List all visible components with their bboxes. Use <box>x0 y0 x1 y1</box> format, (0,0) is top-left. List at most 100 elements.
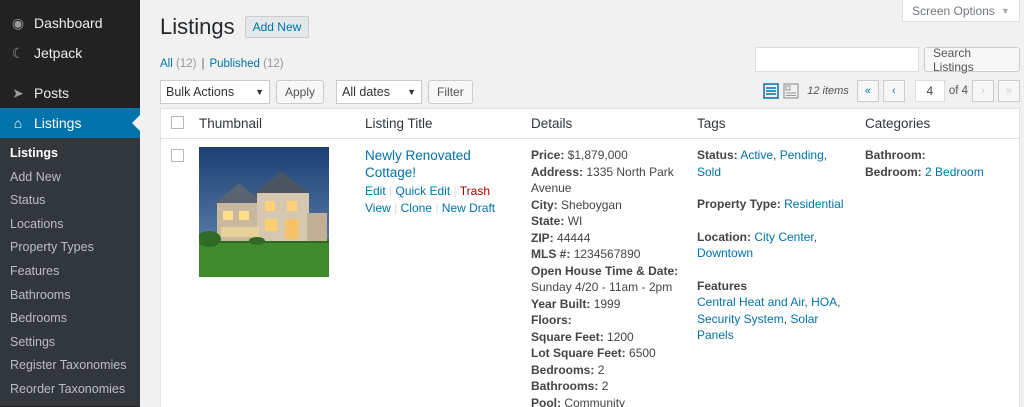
caret-down-icon: ▼ <box>255 87 264 97</box>
submenu-features[interactable]: Features <box>0 260 140 284</box>
screen-options-button[interactable]: Screen Options ▼ <box>902 0 1020 22</box>
tags-features: Features Central Heat and Air, HOA, Secu… <box>697 278 841 343</box>
tag-central-heat-link[interactable]: Central Heat and Air <box>697 295 804 309</box>
table-row: Newly Renovated Cottage! Edit | Quick Ed… <box>161 139 1019 407</box>
jetpack-icon: ☾ <box>11 44 25 61</box>
dashboard-icon: ◉ <box>11 14 25 31</box>
tag-residential-link[interactable]: Residential <box>784 197 843 211</box>
excerpt-view-icon[interactable] <box>783 83 799 99</box>
dates-value: All dates <box>342 85 390 99</box>
view-all-count: (12) <box>175 58 197 70</box>
detail-mls: MLS #: 1234567890 <box>531 247 641 261</box>
tag-downtown-link[interactable]: Downtown <box>697 246 753 260</box>
detail-bedrooms: Bedrooms: 2 <box>531 362 605 377</box>
detail-address: Address: 1335 North Park Avenue <box>531 164 674 196</box>
detail-floors: Floors: <box>531 313 572 327</box>
view-all-link[interactable]: All <box>160 58 173 70</box>
action-separator: | <box>453 184 457 198</box>
new-draft-link[interactable]: New Draft <box>442 201 495 215</box>
tag-hoa-link[interactable]: HOA <box>811 295 837 309</box>
detail-pool: Pool: Community <box>531 395 626 407</box>
clone-link[interactable]: Clone <box>401 201 432 215</box>
dates-select[interactable]: All dates ▼ <box>336 80 423 104</box>
detail-year-built: Year Built: 1999 <box>531 296 621 311</box>
action-separator: | <box>394 201 398 215</box>
add-new-button[interactable]: Add New <box>244 16 310 38</box>
page-title: Listings <box>160 14 235 39</box>
tags-location: Location: City Center, Downtown <box>697 229 818 261</box>
bulk-actions-select[interactable]: Bulk Actions ▼ <box>160 80 270 104</box>
submenu-reorder-taxonomies[interactable]: Reorder Taxonomies <box>0 378 140 402</box>
edit-link[interactable]: Edit <box>365 184 386 198</box>
tag-sold-link[interactable]: Sold <box>697 165 721 179</box>
tag-city-center-link[interactable]: City Center <box>754 230 813 244</box>
detail-price: Price: $1,879,000 <box>531 148 628 162</box>
admin-sidebar: ◉ Dashboard ☾ Jetpack ➤ Posts ⌂ Listings… <box>0 0 140 407</box>
apply-button[interactable]: Apply <box>276 80 325 104</box>
column-thumbnail: Thumbnail <box>199 116 263 131</box>
table-header: Thumbnail Listing Title Details Tags Cat… <box>161 109 1019 139</box>
listings-submenu: Listings Add New Status Locations Proper… <box>0 138 140 406</box>
action-separator: | <box>435 201 439 215</box>
detail-square-feet: Square Feet: 1200 <box>531 329 634 344</box>
column-listing-title[interactable]: Listing Title <box>365 116 531 131</box>
submenu-property-types[interactable]: Property Types <box>0 236 140 260</box>
submenu-register-taxonomies[interactable]: Register Taxonomies <box>0 354 140 378</box>
submenu-settings[interactable]: Settings <box>0 331 140 355</box>
row-checkbox[interactable] <box>171 149 184 162</box>
home-icon: ⌂ <box>13 115 23 131</box>
listing-thumbnail[interactable] <box>199 147 329 277</box>
main-content: Screen Options ▼ Listings Add New All (1… <box>140 0 1024 407</box>
caret-down-icon: ▼ <box>1000 5 1010 16</box>
menu-dashboard-label: Dashboard <box>34 15 103 31</box>
view-link[interactable]: View <box>365 201 391 215</box>
tags-property-type: Property Type: Residential <box>697 197 844 211</box>
tags-cell: Status: Active, Pending, Sold Property T… <box>697 147 865 407</box>
category-bathroom: Bathroom: <box>865 148 926 162</box>
trash-link[interactable]: Trash <box>460 184 490 198</box>
menu-listings[interactable]: ⌂ Listings <box>0 108 140 138</box>
menu-jetpack-label: Jetpack <box>34 45 83 61</box>
screen-options-label: Screen Options <box>912 3 995 18</box>
tag-pending-link[interactable]: Pending <box>780 148 824 162</box>
view-separator: | <box>201 58 205 70</box>
quick-edit-link[interactable]: Quick Edit <box>396 184 451 198</box>
filter-button[interactable]: Filter <box>428 80 473 104</box>
submenu-listings[interactable]: Listings <box>0 142 140 166</box>
submenu-status[interactable]: Status <box>0 189 140 213</box>
submenu-bedrooms[interactable]: Bedrooms <box>0 307 140 331</box>
menu-jetpack[interactable]: ☾ Jetpack <box>0 38 140 68</box>
items-count: 12 items <box>807 85 849 97</box>
submenu-bathrooms[interactable]: Bathrooms <box>0 284 140 308</box>
menu-listings-label: Listings <box>34 115 82 131</box>
current-page-input[interactable]: 4 <box>914 80 945 102</box>
menu-posts[interactable]: ➤ Posts <box>0 78 140 108</box>
detail-bathrooms: Bathrooms: 2 <box>531 379 609 393</box>
select-all-checkbox[interactable] <box>171 115 184 129</box>
listing-title-link[interactable]: Newly Renovated Cottage! <box>365 147 485 181</box>
list-view-icon[interactable] <box>763 83 779 99</box>
detail-open-house: Open House Time & Date: Sunday 4/20 - 11… <box>531 263 679 295</box>
tag-security-system-link[interactable]: Security System <box>697 312 784 326</box>
category-2-bedroom-link[interactable]: 2 Bedroom <box>925 165 984 179</box>
listing-title-line2: Cottage! <box>365 165 417 180</box>
action-separator: | <box>389 184 393 198</box>
listings-table: Thumbnail Listing Title Details Tags Cat… <box>160 108 1020 407</box>
submenu-add-new[interactable]: Add New <box>0 166 140 190</box>
detail-state: State: WI <box>531 214 583 228</box>
next-page-button[interactable]: › <box>972 80 994 102</box>
first-page-button[interactable]: « <box>856 80 879 102</box>
view-published-link[interactable]: Published <box>209 58 260 70</box>
menu-dashboard[interactable]: ◉ Dashboard <box>0 8 140 38</box>
search-input[interactable] <box>755 47 919 72</box>
tag-active-link[interactable]: Active <box>740 148 773 162</box>
menu-posts-label: Posts <box>34 85 70 101</box>
search-listings-button[interactable]: Search Listings <box>924 46 1020 74</box>
row-actions: Edit | Quick Edit | Trash View | Clone |… <box>365 183 505 217</box>
last-page-button[interactable]: » <box>998 80 1020 102</box>
submenu-locations[interactable]: Locations <box>0 213 140 237</box>
prev-page-button[interactable]: ‹ <box>882 80 905 102</box>
view-filters: All (12) | Published (12) <box>160 58 284 70</box>
pin-icon: ➤ <box>12 84 24 101</box>
details-cell: Price: $1,879,000 Address: 1335 North Pa… <box>531 147 697 407</box>
